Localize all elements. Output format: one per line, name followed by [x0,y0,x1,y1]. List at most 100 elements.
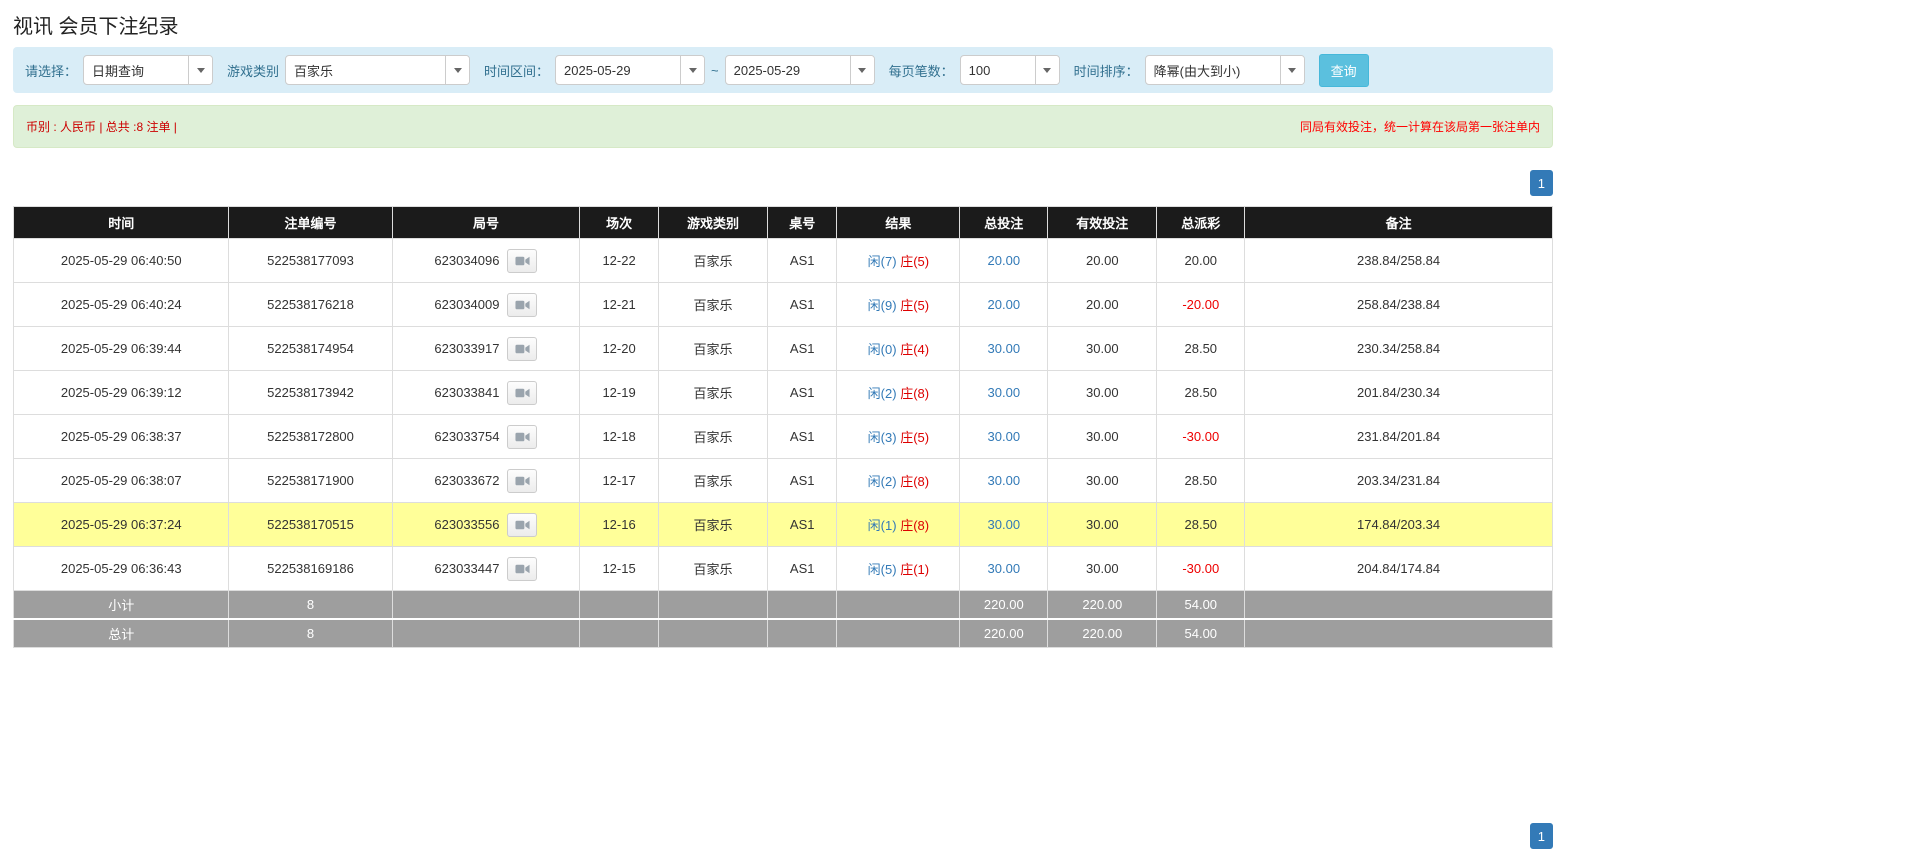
page-1-button[interactable]: 1 [1530,170,1553,196]
sort-order-dropdown[interactable] [1145,55,1305,85]
video-replay-icon [515,475,530,487]
cell-note: 174.84/203.34 [1245,503,1553,547]
summary-cell: 54.00 [1157,591,1245,620]
table-row: 2025-05-29 06:38:37522538172800623033754… [14,415,1553,459]
video-replay-icon [515,343,530,355]
video-replay-button[interactable] [507,381,537,405]
cell-round-id: 623033841 [392,371,580,415]
chevron-down-icon[interactable] [1035,56,1059,84]
video-replay-button[interactable] [507,557,537,581]
cell-valid-bet: 20.00 [1048,283,1157,327]
cell-round-id: 623033754 [392,415,580,459]
cell-total-bet[interactable]: 30.00 [960,547,1048,591]
cell-note: 258.84/238.84 [1245,283,1553,327]
video-replay-button[interactable] [507,513,537,537]
summary-cell: 8 [229,591,392,620]
cell-total-bet[interactable]: 30.00 [960,327,1048,371]
cell-total-bet[interactable]: 20.00 [960,239,1048,283]
summary-cell: 小计 [14,591,229,620]
video-replay-button[interactable] [507,293,537,317]
cell-game-type: 百家乐 [658,547,767,591]
cell-table-no: AS1 [768,415,837,459]
date-to-dropdown[interactable] [725,55,875,85]
video-replay-button[interactable] [507,249,537,273]
query-type-value[interactable] [84,56,188,84]
chevron-down-icon[interactable] [1280,56,1304,84]
query-button[interactable]: 查询 [1319,54,1369,87]
cell-bet-id: 522538176218 [229,283,392,327]
chevron-down-icon[interactable] [188,56,212,84]
cell-payout: -20.00 [1157,283,1245,327]
cell-total-bet[interactable]: 20.00 [960,283,1048,327]
result-banker: 庄(8) [900,474,929,489]
round-id-group: 623033917 [434,337,537,361]
round-id-text: 623034096 [434,253,499,268]
cell-result: 闲(7) 庄(5) [837,239,960,283]
result-banker: 庄(5) [900,254,929,269]
cell-game-type: 百家乐 [658,459,767,503]
result-banker: 庄(5) [900,298,929,313]
cell-total-bet[interactable]: 30.00 [960,371,1048,415]
notice-text: 同局有效投注，统一计算在该局第一张注单内 [1300,118,1540,135]
total-row: 总计8220.00220.0054.00 [14,619,1553,648]
cell-session: 12-22 [580,239,658,283]
column-header: 注单编号 [229,207,392,239]
cell-game-type: 百家乐 [658,371,767,415]
video-replay-button[interactable] [507,469,537,493]
cell-note: 238.84/258.84 [1245,239,1553,283]
chevron-down-icon[interactable] [850,56,874,84]
cell-payout: 28.50 [1157,459,1245,503]
chevron-down-icon[interactable] [445,56,469,84]
cell-result: 闲(0) 庄(4) [837,327,960,371]
cell-round-id: 623033917 [392,327,580,371]
column-header: 时间 [14,207,229,239]
round-id-text: 623033917 [434,341,499,356]
cell-valid-bet: 30.00 [1048,415,1157,459]
cell-session: 12-15 [580,547,658,591]
page-1-button[interactable]: 1 [1530,823,1553,849]
page-size-value[interactable] [961,56,1035,84]
table-row: 2025-05-29 06:39:44522538174954623033917… [14,327,1553,371]
table-row: 2025-05-29 06:37:24522538170515623033556… [14,503,1553,547]
summary-cell [392,591,580,620]
summary-cell: 220.00 [960,591,1048,620]
cell-round-id: 623034009 [392,283,580,327]
summary-cell [1245,591,1553,620]
cell-total-bet[interactable]: 30.00 [960,415,1048,459]
sort-order-value[interactable] [1146,56,1280,84]
cell-session: 12-16 [580,503,658,547]
round-id-group: 623033754 [434,425,537,449]
cell-table-no: AS1 [768,503,837,547]
date-from-dropdown[interactable] [555,55,705,85]
chevron-down-icon[interactable] [680,56,704,84]
video-replay-button[interactable] [507,425,537,449]
table-row: 2025-05-29 06:38:07522538171900623033672… [14,459,1553,503]
cell-table-no: AS1 [768,327,837,371]
cell-round-id: 623033447 [392,547,580,591]
cell-valid-bet: 30.00 [1048,371,1157,415]
cell-total-bet[interactable]: 30.00 [960,503,1048,547]
cell-game-type: 百家乐 [658,503,767,547]
date-to-value[interactable] [726,56,850,84]
date-from-value[interactable] [556,56,680,84]
cell-valid-bet: 30.00 [1048,503,1157,547]
query-type-dropdown[interactable] [83,55,213,85]
summary-cell: 54.00 [1157,619,1245,648]
cell-valid-bet: 30.00 [1048,327,1157,371]
round-id-text: 623033841 [434,385,499,400]
round-id-text: 623033556 [434,517,499,532]
cell-session: 12-20 [580,327,658,371]
result-banker: 庄(8) [900,386,929,401]
page-size-dropdown[interactable] [960,55,1060,85]
bet-records-table: 时间注单编号局号场次游戏类别桌号结果总投注有效投注总派彩备注 2025-05-2… [13,206,1553,648]
cell-total-bet[interactable]: 30.00 [960,459,1048,503]
cell-result: 闲(9) 庄(5) [837,283,960,327]
game-type-value[interactable] [286,56,445,84]
video-replay-button[interactable] [507,337,537,361]
cell-time: 2025-05-29 06:40:50 [14,239,229,283]
cell-result: 闲(3) 庄(5) [837,415,960,459]
time-range-label: 时间区间： [484,61,549,80]
subtotal-row: 小计8220.00220.0054.00 [14,591,1553,620]
game-type-dropdown[interactable] [285,55,470,85]
cell-session: 12-19 [580,371,658,415]
